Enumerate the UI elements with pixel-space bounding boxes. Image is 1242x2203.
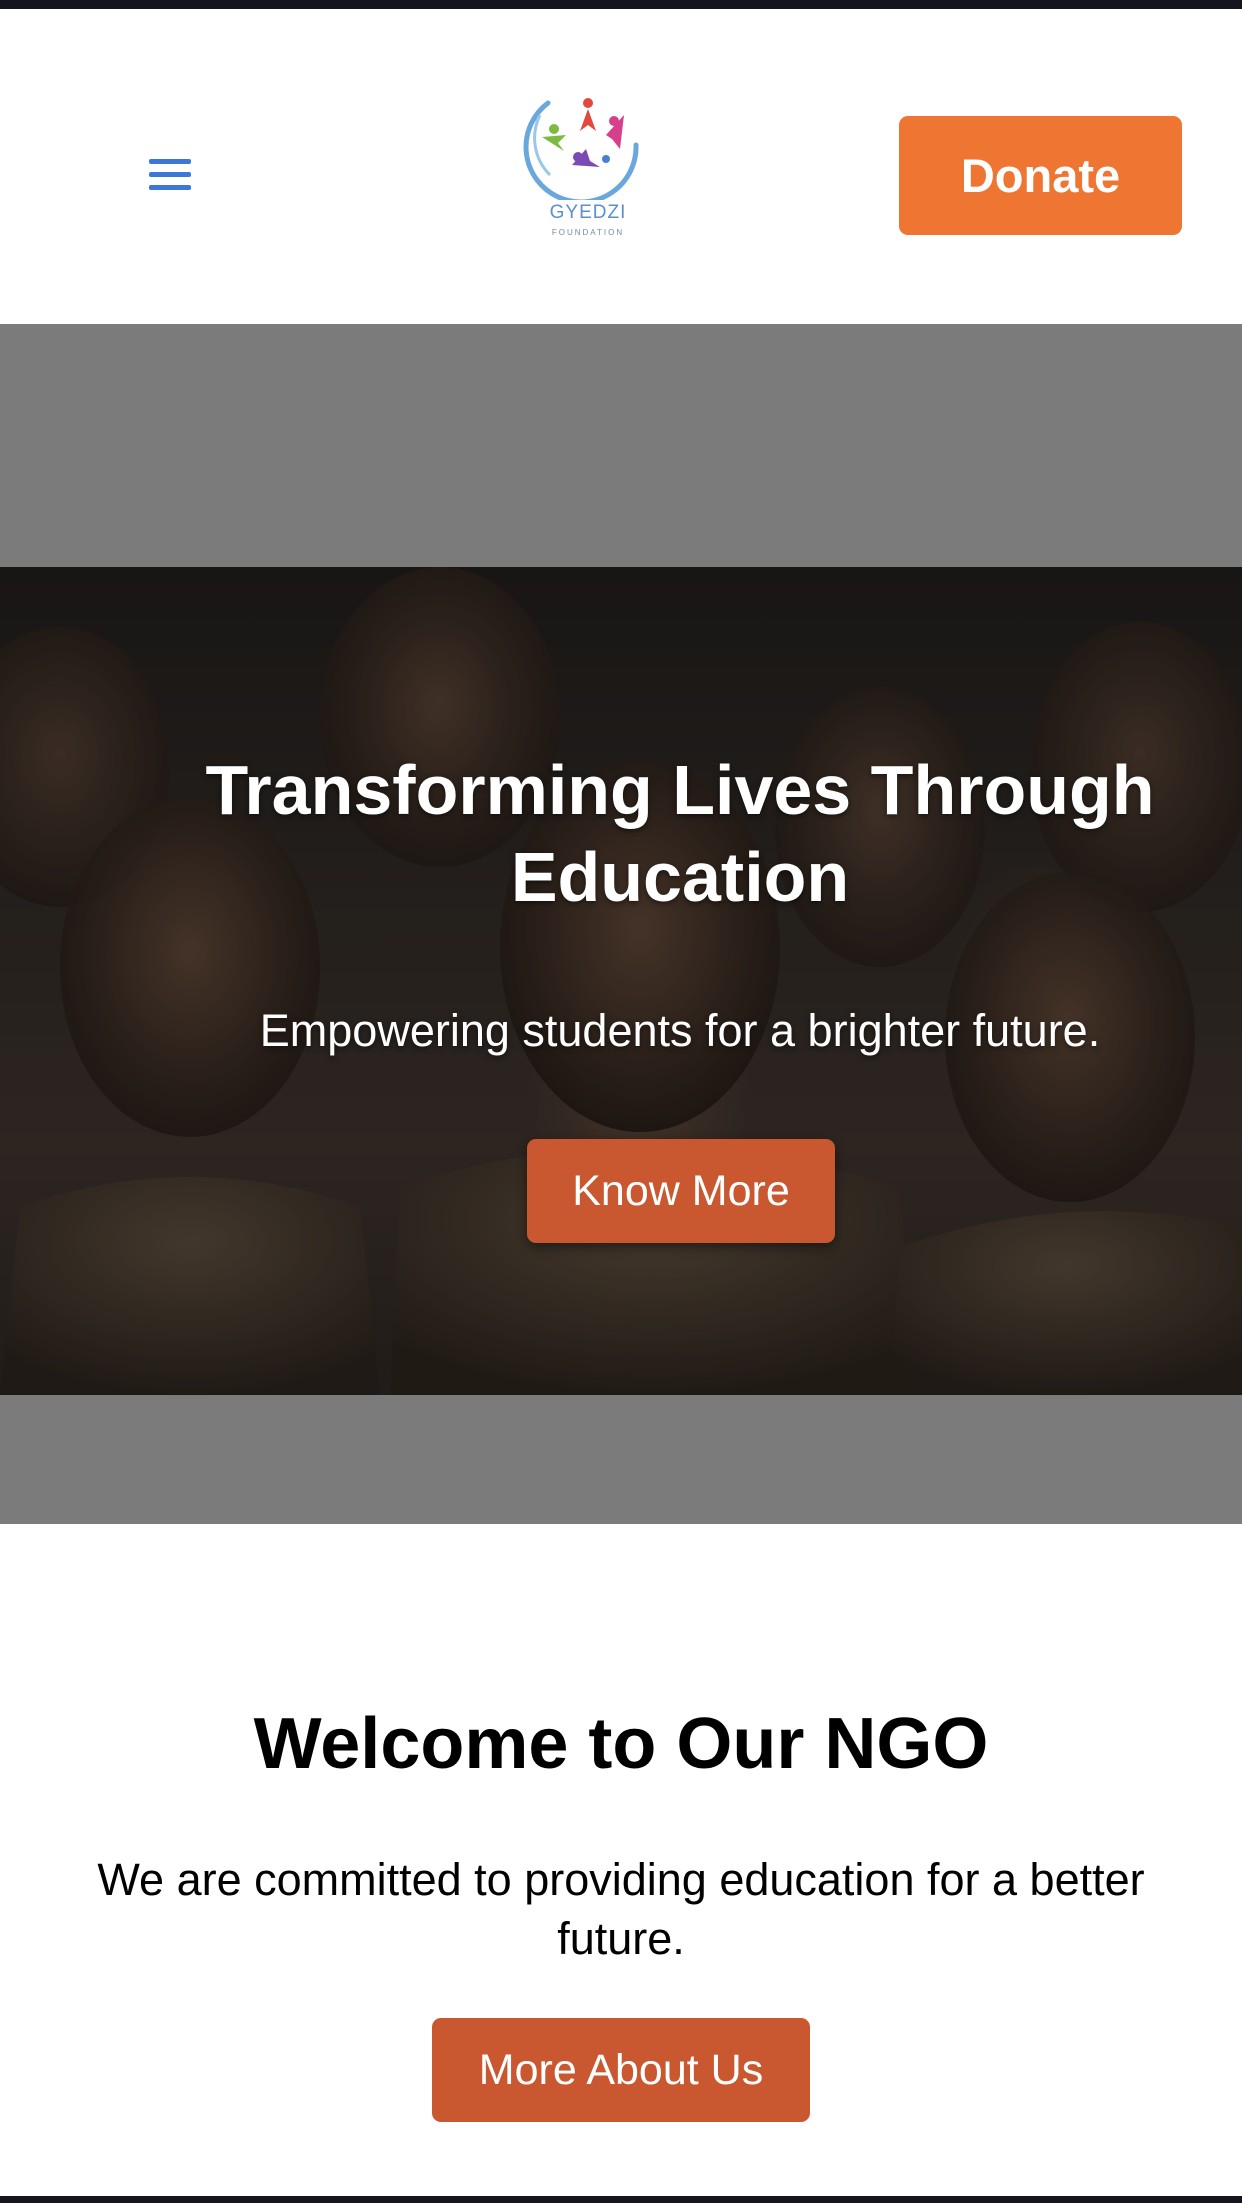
- top-border: [0, 0, 1242, 9]
- welcome-text: We are committed to providing education …: [97, 1854, 1145, 1964]
- hero-section: Transforming Lives Through Education Emp…: [0, 324, 1242, 1524]
- hero-subtitle: Empowering students for a brighter futur…: [259, 1005, 1101, 1056]
- hero-background-photo: Transforming Lives Through Education Emp…: [0, 567, 1242, 1395]
- welcome-title: Welcome to Our NGO: [253, 1704, 989, 1784]
- logo-name: GYEDZI: [549, 202, 627, 223]
- welcome-section: Welcome to Our NGO We are committed to p…: [0, 1524, 1242, 2196]
- children-photo-silhouettes: [0, 567, 1242, 1395]
- donate-button[interactable]: Donate: [899, 116, 1182, 235]
- hero-title: Transforming Lives Through Education: [205, 751, 1155, 916]
- logo-emblem: [523, 98, 639, 200]
- hamburger-menu-icon[interactable]: [144, 149, 196, 199]
- know-more-button[interactable]: Know More: [527, 1139, 835, 1243]
- menu-bar: [149, 184, 191, 190]
- more-about-us-button[interactable]: More About Us: [432, 2018, 810, 2122]
- foundation-logo[interactable]: GYEDZI FOUNDATION: [520, 75, 656, 255]
- bottom-border: [0, 2196, 1242, 2203]
- menu-bar: [149, 171, 191, 177]
- menu-bar: [149, 158, 191, 164]
- logo-subtitle: FOUNDATION: [551, 228, 625, 237]
- site-header: GYEDZI FOUNDATION Donate: [0, 9, 1242, 324]
